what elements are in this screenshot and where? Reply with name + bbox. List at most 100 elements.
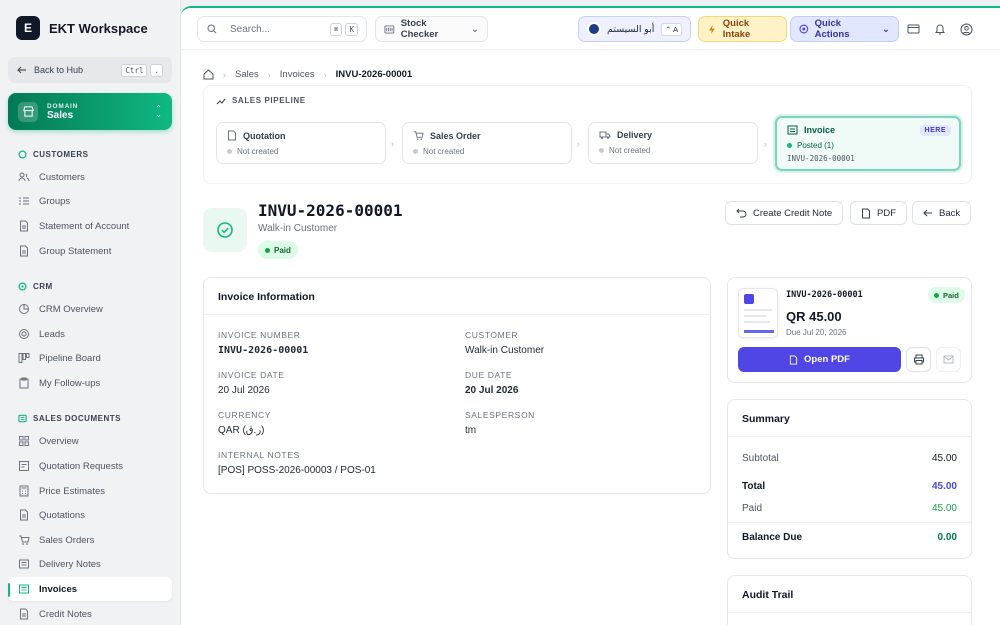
sidebar-item-label: Leads — [39, 328, 65, 340]
truck-icon — [19, 559, 29, 569]
create-credit-note-button[interactable]: Create Credit Note — [725, 201, 844, 225]
file-icon — [862, 208, 870, 218]
sidebar-item-quotations[interactable]: Quotations — [8, 503, 172, 527]
stage-invoice[interactable]: Invoice HERE Posted (1) INVU-2026-00001 — [775, 116, 961, 171]
pdf-preview-card: INVU-2026-00001 Paid QR 45.00 Due Jul 20… — [727, 277, 972, 383]
stage-name: Quotation — [243, 130, 286, 141]
thumbnail-logo — [744, 294, 754, 304]
card-title: Summary — [728, 400, 971, 437]
breadcrumb-separator: › — [323, 69, 327, 80]
sales-pipeline: SALES PIPELINE Quotation Not created › S… — [203, 85, 972, 184]
domain-switcher[interactable]: DOMAIN Sales ⌃ ⌄ — [8, 93, 172, 130]
summary-row-subtotal: Subtotal 45.00 — [742, 453, 957, 464]
barcode-icon — [384, 24, 395, 34]
stock-checker-button[interactable]: Stock Checker ⌄ — [375, 16, 488, 42]
field-label: INVOICE NUMBER — [218, 330, 301, 340]
breadcrumb-invoices[interactable]: Invoices — [280, 69, 315, 80]
invoice-icon — [787, 125, 798, 135]
stage-status: Posted (1) — [797, 141, 834, 150]
field-customer: CUSTOMER Walk-in Customer — [465, 330, 544, 356]
stage-sales-order[interactable]: Sales Order Not created — [402, 122, 572, 164]
arrow-left-icon — [17, 66, 26, 74]
sidebar-item-customers[interactable]: Customers — [8, 165, 172, 189]
stage-delivery[interactable]: Delivery Not created — [588, 122, 758, 164]
paid-status-icon — [203, 208, 247, 252]
sidebar-item-label: My Follow-ups — [39, 377, 101, 389]
sidebar-item-credit-notes[interactable]: Credit Notes — [8, 602, 172, 625]
sidebar-item-groups[interactable]: Groups — [8, 189, 172, 213]
list-icon — [19, 197, 29, 205]
sidebar-item-invoices[interactable]: Invoices — [8, 577, 172, 601]
chevron-right-icon: › — [391, 139, 394, 149]
search-box[interactable]: ⌘ K — [197, 16, 367, 42]
brand[interactable]: E EKT Workspace — [16, 16, 148, 40]
chevron-right-icon: › — [764, 139, 767, 149]
chart-icon — [19, 304, 29, 314]
home-icon[interactable] — [203, 69, 214, 80]
field-value: INVU-2026-00001 — [218, 345, 309, 356]
status-badge-label: Paid — [943, 290, 959, 300]
topbar: ⌘ K Stock Checker ⌄ أبو السيستم ⌃ A Quic… — [181, 8, 1000, 50]
search-input[interactable] — [230, 23, 310, 35]
sidebar-item-pipeline-board[interactable]: Pipeline Board — [8, 346, 172, 370]
bell-icon[interactable] — [933, 22, 947, 36]
sales-docs-section-icon — [18, 414, 27, 423]
print-button[interactable] — [906, 347, 931, 372]
status-dot — [599, 148, 604, 153]
sidebar-item-sales-orders[interactable]: Sales Orders — [8, 528, 172, 552]
sidebar-item-group-statement[interactable]: Group Statement — [8, 239, 172, 263]
sidebar-item-delivery-notes[interactable]: Delivery Notes — [8, 552, 172, 576]
status-dot — [787, 143, 792, 148]
sidebar: E EKT Workspace Back to Hub Ctrl . DOMAI… — [0, 0, 181, 625]
account-icon[interactable] — [959, 22, 973, 36]
sidebar-item-leads[interactable]: Leads — [8, 322, 172, 346]
pdf-thumbnail[interactable] — [738, 288, 778, 338]
pdf-button[interactable]: PDF — [850, 201, 907, 225]
user-menu[interactable]: أبو السيستم ⌃ A — [578, 16, 691, 42]
breadcrumb-separator: › — [267, 69, 271, 80]
breadcrumb: › Sales › Invoices › INVU-2026-00001 — [203, 69, 412, 80]
quick-actions-label: Quick Actions — [814, 18, 850, 40]
back-button[interactable]: Back — [912, 201, 972, 225]
chevron-down-icon: ⌄ — [882, 23, 890, 35]
open-pdf-button[interactable]: Open PDF — [738, 347, 901, 372]
stage-quotation[interactable]: Quotation Not created — [216, 122, 386, 164]
field-invoice-number: INVOICE NUMBER INVU-2026-00001 — [218, 330, 308, 356]
target-icon — [19, 329, 29, 339]
field-label: CUSTOMER — [465, 330, 519, 340]
window-icon[interactable] — [906, 22, 920, 36]
section-customers: CUSTOMERS — [18, 150, 88, 159]
sidebar-item-my-follow-ups[interactable]: My Follow-ups — [8, 371, 172, 395]
sidebar-item-price-estimates[interactable]: Price Estimates — [8, 479, 172, 503]
quick-actions-button[interactable]: Quick Actions ⌄ — [790, 16, 899, 42]
sidebar-item-overview[interactable]: Overview — [8, 429, 172, 453]
search-shortcut: ⌘ K — [329, 22, 358, 36]
sidebar-item-label: Credit Notes — [39, 608, 92, 620]
invoice-customer: Walk-in Customer — [258, 223, 338, 234]
field-salesperson: SALESPERSON tm — [465, 410, 535, 436]
thumbnail-line — [744, 321, 770, 323]
stage-name: Invoice — [804, 125, 836, 135]
email-button[interactable] — [936, 347, 961, 372]
back-to-hub-button[interactable]: Back to Hub Ctrl . — [8, 57, 172, 83]
sidebar-item-label: Overview — [39, 435, 79, 447]
pdf-due-date: Due Jul 20, 2026 — [786, 328, 847, 337]
back-label: Back — [939, 207, 961, 219]
search-icon — [207, 24, 217, 34]
field-internal-notes: INTERNAL NOTES [POS] POSS-2026-00003 / P… — [218, 450, 376, 476]
pipeline-title-text: SALES PIPELINE — [232, 96, 306, 105]
pdf-label: PDF — [877, 207, 896, 219]
quick-intake-button[interactable]: Quick Intake — [698, 16, 787, 42]
kbd-cmd: ⌘ — [329, 22, 343, 36]
breadcrumb-sales[interactable]: Sales — [235, 69, 259, 80]
sidebar-item-crm-overview[interactable]: CRM Overview — [8, 297, 172, 321]
summary-row-total: Total 45.00 — [742, 481, 957, 492]
sidebar-item-statement-of-account[interactable]: Statement of Account — [8, 214, 172, 238]
user-shortcut: ⌃ A — [661, 22, 682, 36]
invoice-title: INVU-2026-00001 — [258, 201, 403, 220]
sidebar-item-quotation-requests[interactable]: Quotation Requests — [8, 454, 172, 478]
open-pdf-label: Open PDF — [804, 354, 850, 365]
domain-name: Sales — [47, 109, 74, 121]
field-value: QAR (ر.ق) — [218, 425, 265, 436]
clipboard-icon — [19, 377, 29, 389]
